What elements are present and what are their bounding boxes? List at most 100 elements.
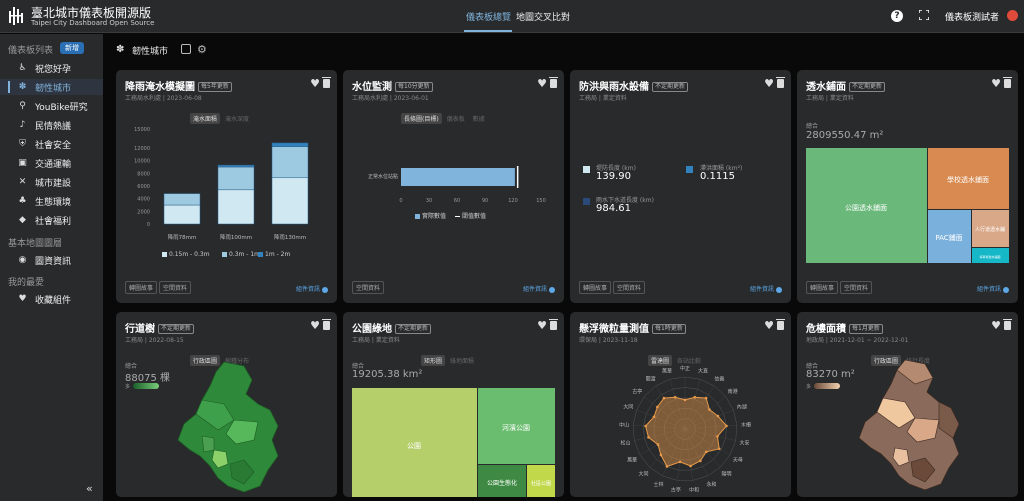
sidebar-item-transport[interactable]: ▣ 交通運輸 [0,155,103,171]
component-info-link[interactable]: 組件資訊 [523,284,555,293]
scale-label: 多 [125,384,131,390]
y-tick-label: 12000 [134,146,150,152]
favorite-heart-icon[interactable]: ♥ [991,320,1001,331]
sidebar-item-ecology[interactable]: ♣ 生態環境 [0,193,103,209]
stat-value: 984.61 [596,203,631,214]
delete-trash-icon[interactable] [322,77,331,88]
favorite-heart-icon[interactable]: ♥ [310,78,320,89]
edit-icon[interactable] [181,44,191,54]
tab-green-area[interactable]: 綠地面積 [447,355,477,366]
new-dashboard-button[interactable]: 新增 [60,42,84,54]
map-data-button[interactable]: 空間資料 [352,281,385,294]
delete-trash-icon[interactable] [776,319,785,330]
tab-bar-target[interactable]: 長條圖(目標) [401,113,442,124]
story-button[interactable]: 轉圖故事 [579,281,612,294]
delete-trash-icon[interactable] [776,77,785,88]
treemap-label: 停車場透水鋪面 [979,254,1000,259]
radar-station-label: 古亭 [632,388,642,395]
total-label: 總合 [806,123,819,130]
component-info-link[interactable]: 組件資訊 [296,284,328,293]
sidebar-item-favorites[interactable]: ♥ 收藏組件 [0,291,103,307]
radar-station-label: 大同 [639,471,649,478]
y-tick-label: 6000 [137,184,150,190]
gear-icon[interactable]: ⚙ [197,43,207,56]
story-button[interactable]: 轉圖故事 [125,281,158,294]
favorite-heart-icon[interactable]: ♥ [991,78,1001,89]
sidebar-item-construction[interactable]: ✕ 城市建設 [0,174,103,190]
radar-station-label: 木柵 [741,421,751,428]
treemap-label: 社區公園 [531,480,551,487]
sidebar-item-social-safety[interactable]: ⛨ 社會安全 [0,136,103,152]
radar-station-label: 中山 [619,421,629,428]
fullscreen-icon[interactable] [919,10,929,20]
map-data-button[interactable]: 空間資料 [613,281,646,294]
sidebar-item-resilience[interactable]: ✽ 韌性城市 [0,79,103,95]
y-tick-label: 2000 [137,209,150,215]
card-source: 地政局 | 2021-12-01 ~ 2022-12-01 [806,337,909,344]
sidebar-item-label: 收藏組件 [35,296,72,306]
treemap-label: 學校透水鋪面 [947,175,989,184]
delete-trash-icon[interactable] [1003,77,1012,88]
legend-item: 0.3m - 1m [222,251,260,258]
radar-station-label: 內湖 [737,404,747,411]
card-tabs: 長條圖(目標) 儀表板 數據 [401,106,490,125]
bar-segment [163,204,201,225]
stat-swatch [686,166,693,173]
legend-item: 1m - 2m [258,251,290,258]
delete-trash-icon[interactable] [549,319,558,330]
radar-station-label: 永和 [706,481,716,488]
leaf-icon: ♣ [18,196,27,206]
favorite-heart-icon[interactable]: ♥ [537,320,547,331]
card-source: 工務局 | 2022-08-15 [125,337,184,344]
collapse-sidebar-icon[interactable]: « [86,482,93,495]
sidebar-item-label: 社會安全 [35,141,72,151]
tab-treemap[interactable]: 矩形圖 [421,355,446,366]
map-data-button[interactable]: 空間資料 [159,281,192,294]
bar-segment [271,142,309,147]
update-badge: 每10分更新 [395,82,433,92]
story-button[interactable]: 轉圖故事 [806,281,839,294]
sidebar-item-welfare[interactable]: ◆ 社會福利 [0,212,103,228]
radar-station-label: 萬華 [627,457,637,464]
resilience-icon: ✽ [18,82,27,92]
favorite-heart-icon[interactable]: ♥ [537,78,547,89]
x-tick-label: 150 [536,198,546,204]
component-info-link[interactable]: 組件資訊 [750,284,782,293]
x-tick-label: 60 [454,198,460,204]
bar-segment [217,164,255,168]
radar-station-label: 信義 [714,376,724,383]
radar-station-label: 南港 [728,388,738,395]
tab-dashboard-overview[interactable]: 儀表板總覽 [466,10,511,23]
card-source: 工務局 | 業定資料 [352,337,400,344]
page-title: 韌性城市 [132,47,169,57]
bar-segment [217,189,255,225]
tab-data[interactable]: 數據 [470,113,488,124]
component-info-link[interactable]: 組件資訊 [977,284,1009,293]
user-name[interactable]: 儀表板測試者 [945,10,999,23]
radar-station-label: 古亭 [671,486,681,493]
card-tabs: 矩形圖 綠地面積 [421,348,479,367]
favorite-heart-icon[interactable]: ♥ [764,320,774,331]
app-subtitle: Taipei City Dashboard Open Source [31,19,155,27]
sidebar-item-map-info[interactable]: ◉ 圖資資訊 [0,252,103,268]
favorite-heart-icon[interactable]: ♥ [764,78,774,89]
resilience-icon: ✽ [116,44,125,55]
user-avatar-icon[interactable] [1007,10,1018,21]
help-icon[interactable]: ? [891,10,903,22]
legend-item: 0.15m - 0.3m [162,251,210,258]
delete-trash-icon[interactable] [1003,319,1012,330]
sidebar-item-pregnancy[interactable]: ♿ 祝您好孕 [0,60,103,76]
map-data-button[interactable]: 空間資料 [840,281,873,294]
rain-bar-chart: 0 2000 4000 6000 8000 10000 12000 15000 降雨78mm 降雨… [134,127,309,241]
tab-map-cross-compare[interactable]: 地圖交叉比對 [516,10,570,23]
sidebar-item-label: 韌性城市 [35,84,72,94]
sidebar-item-youbike[interactable]: ⚲ YouBike研究 [0,98,103,114]
favorite-heart-icon[interactable]: ♥ [310,320,320,331]
x-tick-label: 90 [482,198,488,204]
sidebar-item-public-opinion[interactable]: ♪ 民情熱議 [0,117,103,133]
update-badge: 每1時更新 [652,324,686,334]
tab-gauge[interactable]: 儀表板 [444,113,468,124]
delete-trash-icon[interactable] [322,319,331,330]
delete-trash-icon[interactable] [549,77,558,88]
bar [401,168,515,186]
